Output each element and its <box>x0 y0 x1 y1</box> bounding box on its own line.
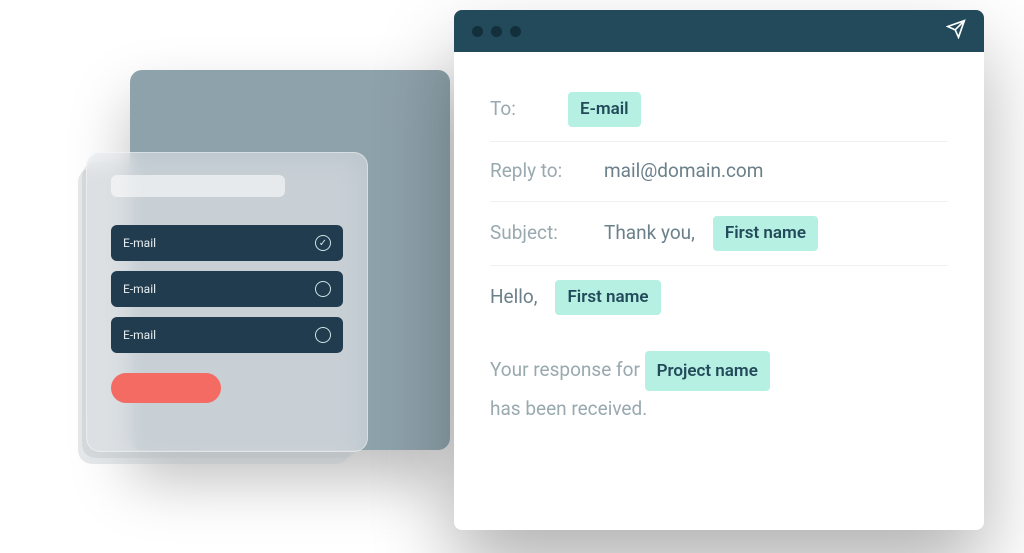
traffic-light-dot <box>491 26 502 37</box>
email-body-text: Your response for Project name has been … <box>490 351 948 427</box>
window-titlebar <box>454 10 984 52</box>
option-row-email[interactable]: E-mail <box>111 271 343 307</box>
subject-field: Subject: Thank you, First name <box>490 202 948 266</box>
subject-prefix: Thank you, <box>604 218 695 248</box>
to-chip[interactable]: E-mail <box>568 92 641 127</box>
option-row-email[interactable]: E-mail <box>111 225 343 261</box>
subject-chip[interactable]: First name <box>713 216 818 251</box>
send-icon[interactable] <box>946 19 966 43</box>
input-placeholder[interactable] <box>111 175 285 197</box>
traffic-light-dot <box>472 26 483 37</box>
greeting-line: Hello, First name <box>490 266 948 329</box>
option-label: E-mail <box>123 328 156 342</box>
radio-checked-icon <box>315 235 331 251</box>
radio-unchecked-icon <box>315 327 331 343</box>
submit-button[interactable] <box>111 373 221 403</box>
greeting-text: Hello, <box>490 282 537 312</box>
body-before: Your response for <box>490 358 640 381</box>
greeting-chip[interactable]: First name <box>555 280 660 315</box>
to-label: To: <box>490 94 550 124</box>
form-selection-card: E-mail E-mail E-mail <box>86 152 368 452</box>
traffic-lights <box>472 26 521 37</box>
body-after: has been received. <box>490 397 647 420</box>
option-label: E-mail <box>123 282 156 296</box>
option-row-email[interactable]: E-mail <box>111 317 343 353</box>
reply-to-field: Reply to: mail@domain.com <box>490 142 948 201</box>
to-field: To: E-mail <box>490 78 948 142</box>
radio-unchecked-icon <box>315 281 331 297</box>
option-label: E-mail <box>123 236 156 250</box>
email-composer-window: To: E-mail Reply to: mail@domain.com Sub… <box>454 10 984 530</box>
traffic-light-dot <box>510 26 521 37</box>
email-body: To: E-mail Reply to: mail@domain.com Sub… <box>454 52 984 530</box>
reply-to-value[interactable]: mail@domain.com <box>604 156 763 186</box>
body-chip[interactable]: Project name <box>645 351 770 391</box>
subject-label: Subject: <box>490 218 586 248</box>
reply-to-label: Reply to: <box>490 156 586 186</box>
